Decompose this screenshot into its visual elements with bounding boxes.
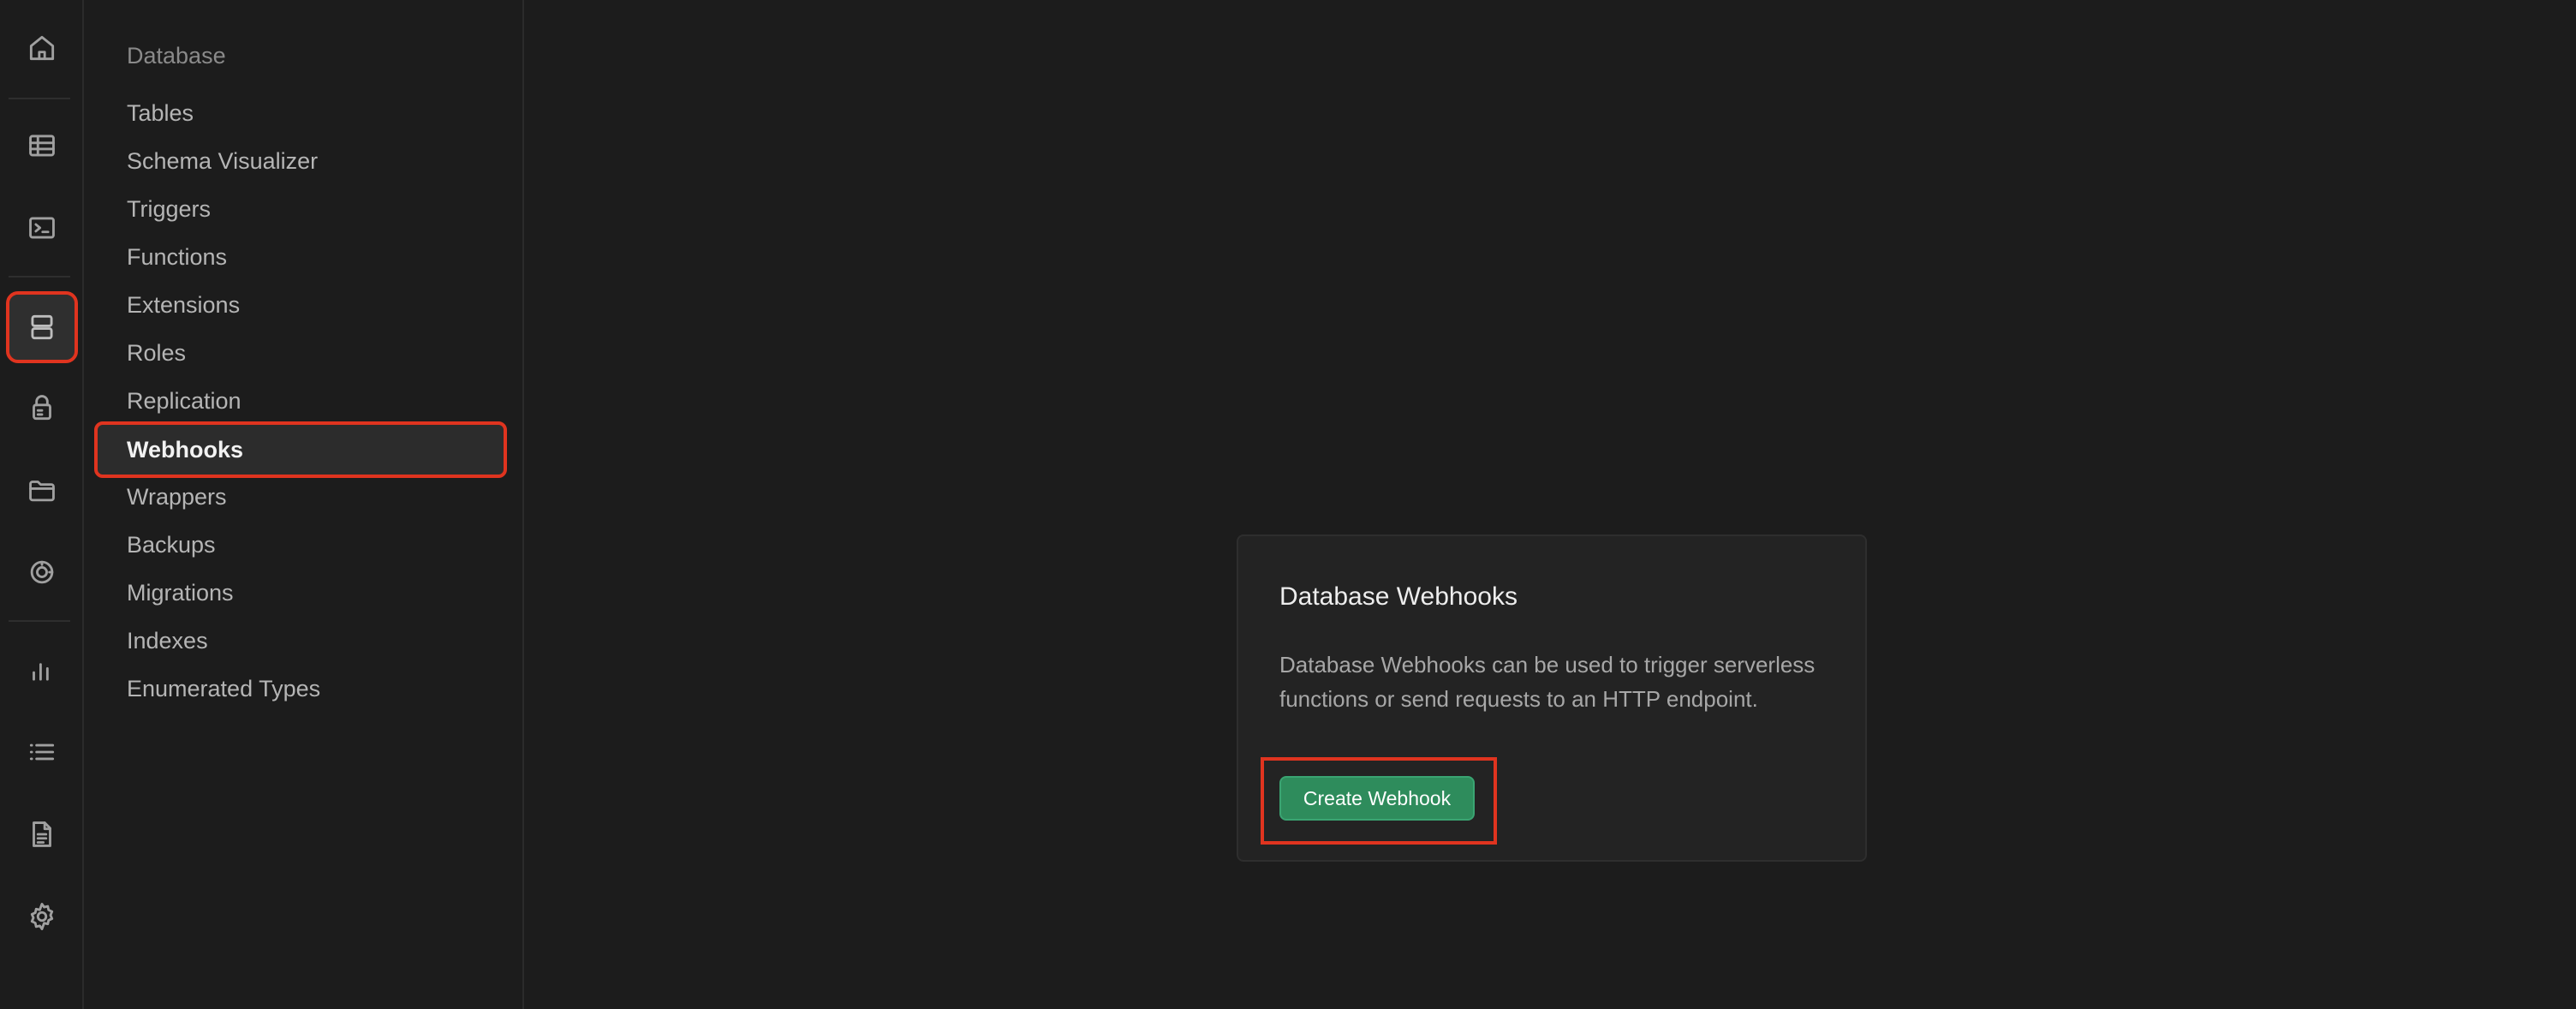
logs-icon[interactable] [9, 719, 75, 785]
rail-divider [9, 620, 70, 622]
menu-item-tables[interactable]: Tables [98, 89, 504, 137]
sql-editor-icon[interactable] [9, 195, 75, 260]
menu-item-enumerated-types[interactable]: Enumerated Types [98, 665, 504, 713]
icon-rail [0, 0, 84, 1009]
authentication-icon[interactable] [9, 375, 75, 440]
database-menu: Database Tables Schema Visualizer Trigge… [84, 0, 524, 1009]
menu-item-wrappers[interactable]: Wrappers [98, 473, 504, 521]
menu-item-webhooks[interactable]: Webhooks [94, 421, 507, 478]
table-editor-icon[interactable] [9, 113, 75, 178]
api-docs-icon[interactable] [9, 802, 75, 867]
menu-heading: Database [127, 43, 226, 69]
rail-divider [9, 276, 70, 278]
menu-item-replication[interactable]: Replication [98, 377, 504, 425]
card-description: Database Webhooks can be used to trigger… [1279, 652, 1816, 712]
create-webhook-button[interactable]: Create Webhook [1279, 776, 1475, 821]
menu-item-indexes[interactable]: Indexes [98, 617, 504, 665]
menu-item-schema-visualizer[interactable]: Schema Visualizer [98, 137, 504, 185]
menu-item-functions[interactable]: Functions [98, 233, 504, 281]
webhooks-empty-state-card: Database Webhooks Database Webhooks can … [1237, 534, 1867, 862]
reports-icon[interactable] [9, 637, 75, 702]
realtime-icon[interactable] [9, 540, 75, 605]
database-icon[interactable] [6, 291, 78, 363]
settings-icon[interactable] [9, 884, 75, 949]
menu-item-extensions[interactable]: Extensions [98, 281, 504, 329]
app-window: Database Tables Schema Visualizer Trigge… [0, 0, 2576, 1009]
storage-icon[interactable] [9, 457, 75, 522]
home-icon[interactable] [9, 15, 75, 81]
menu-item-migrations[interactable]: Migrations [98, 569, 504, 617]
menu-item-roles[interactable]: Roles [98, 329, 504, 377]
main-content: Database Webhooks Database Webhooks can … [524, 0, 2576, 1009]
card-title: Database Webhooks [1279, 582, 1518, 611]
menu-item-backups[interactable]: Backups [98, 521, 504, 569]
menu-item-triggers[interactable]: Triggers [98, 185, 504, 233]
rail-divider [9, 98, 70, 99]
